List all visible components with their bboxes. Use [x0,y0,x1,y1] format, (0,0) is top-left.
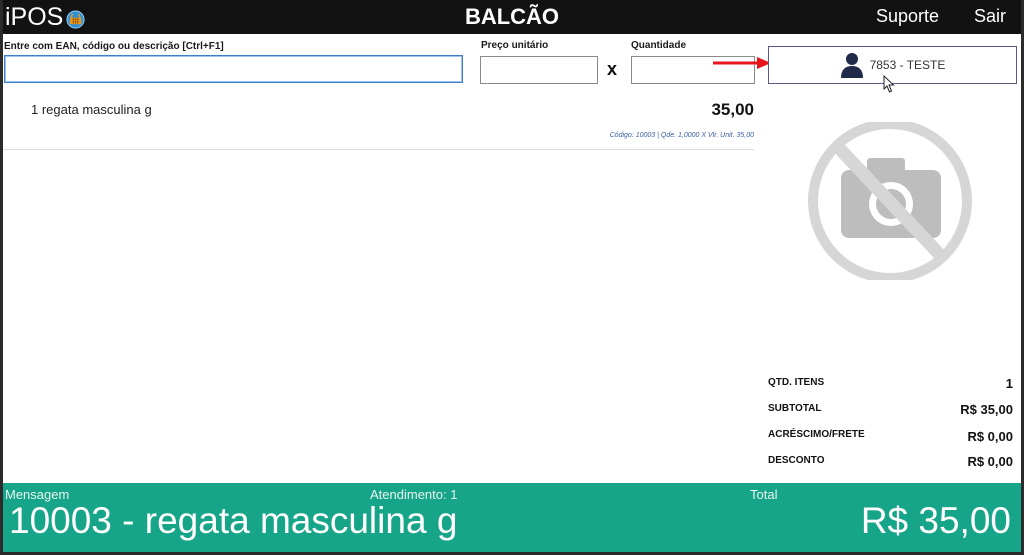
no-camera-icon [808,122,972,280]
acrescimo-value: R$ 0,00 [967,429,1013,444]
person-icon [840,53,863,78]
app-window: iPOS BALCÃO Suporte Sair Entre com EAN, … [3,0,1021,552]
price-label: Preço unitário [481,40,549,51]
list-item[interactable]: 1 regata masculina g 35,00 Código: 10003… [3,92,754,150]
item-description: 1 regata masculina g [31,102,152,117]
app-logo-text: iPOS [5,3,64,31]
ean-input[interactable] [4,55,463,83]
quantity-label: Quantidade [631,40,687,51]
page-title-text: BALCÃO [464,4,560,29]
basket-globe-icon [66,9,85,29]
subtotal-label: SUBTOTAL [768,403,822,414]
desconto-label: DESCONTO [768,455,825,466]
suporte-link[interactable]: Suporte [876,6,939,27]
acrescimo-label: ACRÉSCIMO/FRETE [768,429,865,440]
page-title: BALCÃO [3,4,1021,30]
unit-price-input[interactable] [480,56,598,84]
total-label: Total [750,487,778,502]
qtd-itens-value: 1 [1005,376,1013,391]
status-footer: Mensagem Atendimento: 1 Total 10003 - re… [3,483,1021,552]
desconto-value: R$ 0,00 [967,454,1013,469]
qtd-itens-label: QTD. ITENS [768,377,825,388]
ean-label: Entre com EAN, código ou descrição [Ctrl… [4,41,224,52]
footer-message: 10003 - regata masculina g [9,500,458,541]
customer-label: 7853 - TESTE [869,58,946,72]
red-arrow-icon [713,57,771,69]
app-logo: iPOS [5,3,85,32]
item-price: 35,00 [711,100,754,119]
top-bar: iPOS BALCÃO Suporte Sair [3,0,1021,34]
item-detail: Código: 10003 | Qde. 1,0000 X Vlr. Unit.… [609,132,754,139]
total-amount: R$ 35,00 [860,500,1011,541]
sair-link[interactable]: Sair [974,6,1006,27]
mouse-pointer-icon [883,75,895,93]
multiply-sign: x [607,59,618,79]
subtotal-value: R$ 35,00 [960,402,1013,417]
